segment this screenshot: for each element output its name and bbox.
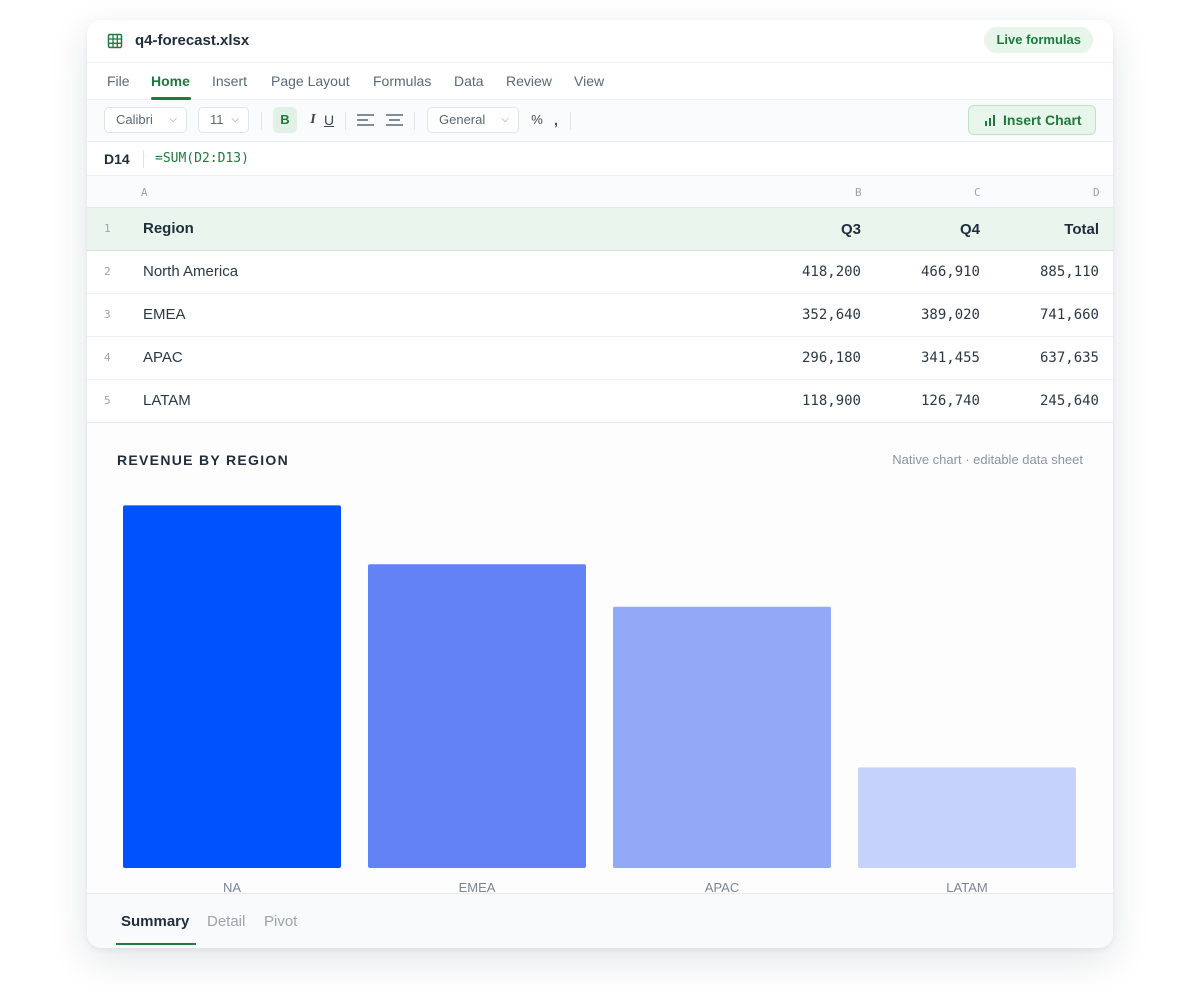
file-name: q4-forecast.xlsx	[135, 32, 250, 49]
spreadsheet-window: q4-forecast.xlsx Live formulas File Home…	[87, 20, 1113, 948]
menu-file[interactable]: File	[107, 73, 130, 89]
menu-home[interactable]: Home	[151, 73, 190, 89]
cell-region[interactable]: EMEA	[143, 306, 186, 323]
title-bar: q4-forecast.xlsx Live formulas	[87, 20, 1113, 62]
x-tick-label: EMEA	[459, 880, 496, 894]
active-tab-indicator	[116, 943, 196, 945]
row-number[interactable]: 3	[104, 308, 111, 321]
cell-q4[interactable]: 341,455	[870, 350, 980, 366]
chevron-down-icon: ⌵	[501, 114, 509, 125]
bar-latam[interactable]	[858, 767, 1076, 868]
cell-q3[interactable]: 118,900	[751, 393, 861, 409]
column-header-a[interactable]: A	[141, 186, 148, 199]
ribbon-menu: File Home Insert Page Layout Formulas Da…	[87, 62, 1113, 100]
insert-chart-label: Insert Chart	[1003, 112, 1082, 128]
cell-region[interactable]: APAC	[143, 349, 183, 366]
number-format-value: General	[439, 112, 486, 127]
formula-divider	[143, 150, 144, 168]
cell-reference[interactable]: D14	[104, 151, 130, 167]
sheet-tab-detail[interactable]: Detail	[207, 913, 245, 930]
column-header-c[interactable]: C	[974, 186, 981, 199]
row-number[interactable]: 5	[104, 394, 111, 407]
x-tick-label: NA	[223, 880, 241, 894]
font-size-value: 11	[210, 112, 224, 127]
table-row: 5 LATAM 118,900 126,740 245,640	[87, 380, 1113, 423]
toolbar-divider	[414, 112, 415, 130]
comma-style-button[interactable]: ,	[550, 107, 562, 133]
italic-button[interactable]: I	[306, 107, 320, 133]
sheet-tab-pivot[interactable]: Pivot	[264, 913, 297, 930]
bold-button[interactable]: B	[273, 107, 297, 133]
formula-input[interactable]: =SUM(D2:D13)	[155, 151, 249, 166]
row-number[interactable]: 2	[104, 265, 111, 278]
x-tick-label: LATAM	[946, 880, 987, 894]
cell-total[interactable]: 741,660	[989, 307, 1099, 323]
align-left-icon[interactable]	[357, 113, 374, 127]
cell-q3[interactable]: Q3	[751, 221, 861, 238]
cell-q3[interactable]: 296,180	[751, 350, 861, 366]
formatting-toolbar: Calibri ⌵ 11 ⌵ B I U General ⌵ % , Inser…	[87, 100, 1113, 142]
chevron-down-icon: ⌵	[231, 114, 239, 125]
menu-insert[interactable]: Insert	[212, 73, 247, 89]
x-tick-label: APAC	[705, 880, 739, 894]
menu-review[interactable]: Review	[506, 73, 552, 89]
cell-region[interactable]: Region	[143, 220, 194, 237]
table-row: 4 APAC 296,180 341,455 637,635	[87, 337, 1113, 380]
bar-emea[interactable]	[368, 564, 586, 868]
table-row: 1 Region Q3 Q4 Total	[87, 208, 1113, 251]
cell-total[interactable]: 245,640	[989, 393, 1099, 409]
insert-chart-button[interactable]: Insert Chart	[968, 105, 1096, 135]
cell-q4[interactable]: 126,740	[870, 393, 980, 409]
toolbar-divider	[261, 112, 262, 130]
cell-total[interactable]: 637,635	[989, 350, 1099, 366]
align-center-icon[interactable]	[386, 113, 403, 127]
bar-chart-icon	[985, 115, 995, 126]
cell-region[interactable]: LATAM	[143, 392, 191, 409]
cell-q4[interactable]: 389,020	[870, 307, 980, 323]
bar-na[interactable]	[123, 505, 341, 868]
chart-panel: REVENUE BY REGION Native chart · editabl…	[87, 422, 1113, 894]
toolbar-divider	[570, 112, 571, 130]
row-number[interactable]: 4	[104, 351, 111, 364]
table-row: 2 North America 418,200 466,910 885,110	[87, 251, 1113, 294]
row-number[interactable]: 1	[104, 222, 111, 235]
font-family-select[interactable]: Calibri ⌵	[104, 107, 187, 133]
spreadsheet-grid-icon	[107, 33, 123, 49]
menu-formulas[interactable]: Formulas	[373, 73, 431, 89]
column-header-d[interactable]: D	[1093, 186, 1100, 199]
table-row: 3 EMEA 352,640 389,020 741,660	[87, 294, 1113, 337]
column-header-b[interactable]: B	[855, 186, 862, 199]
formula-bar: D14 =SUM(D2:D13)	[87, 142, 1113, 176]
number-format-select[interactable]: General ⌵	[427, 107, 519, 133]
sheet-tab-summary[interactable]: Summary	[121, 913, 189, 930]
font-size-select[interactable]: 11 ⌵	[198, 107, 249, 133]
bar-apac[interactable]	[613, 606, 831, 868]
font-family-value: Calibri	[116, 112, 153, 127]
cell-region[interactable]: North America	[143, 263, 238, 280]
menu-data[interactable]: Data	[454, 73, 484, 89]
menu-page-layout[interactable]: Page Layout	[271, 73, 350, 89]
cell-q3[interactable]: 352,640	[751, 307, 861, 323]
cell-q4[interactable]: Q4	[870, 221, 980, 238]
chevron-down-icon: ⌵	[169, 114, 177, 125]
revenue-bar-chart[interactable]: NA EMEA APAC LATAM	[87, 423, 1113, 894]
column-headers: A B C D	[87, 176, 1113, 208]
cell-q3[interactable]: 418,200	[751, 264, 861, 280]
underline-button[interactable]: U	[322, 107, 336, 133]
cell-total[interactable]: 885,110	[989, 264, 1099, 280]
percent-button[interactable]: %	[529, 107, 545, 133]
live-formulas-badge: Live formulas	[984, 27, 1093, 53]
sheet-tabs: Summary Detail Pivot	[87, 893, 1113, 948]
cell-total[interactable]: Total	[989, 221, 1099, 238]
menu-view[interactable]: View	[574, 73, 604, 89]
cell-q4[interactable]: 466,910	[870, 264, 980, 280]
toolbar-divider	[345, 112, 346, 130]
